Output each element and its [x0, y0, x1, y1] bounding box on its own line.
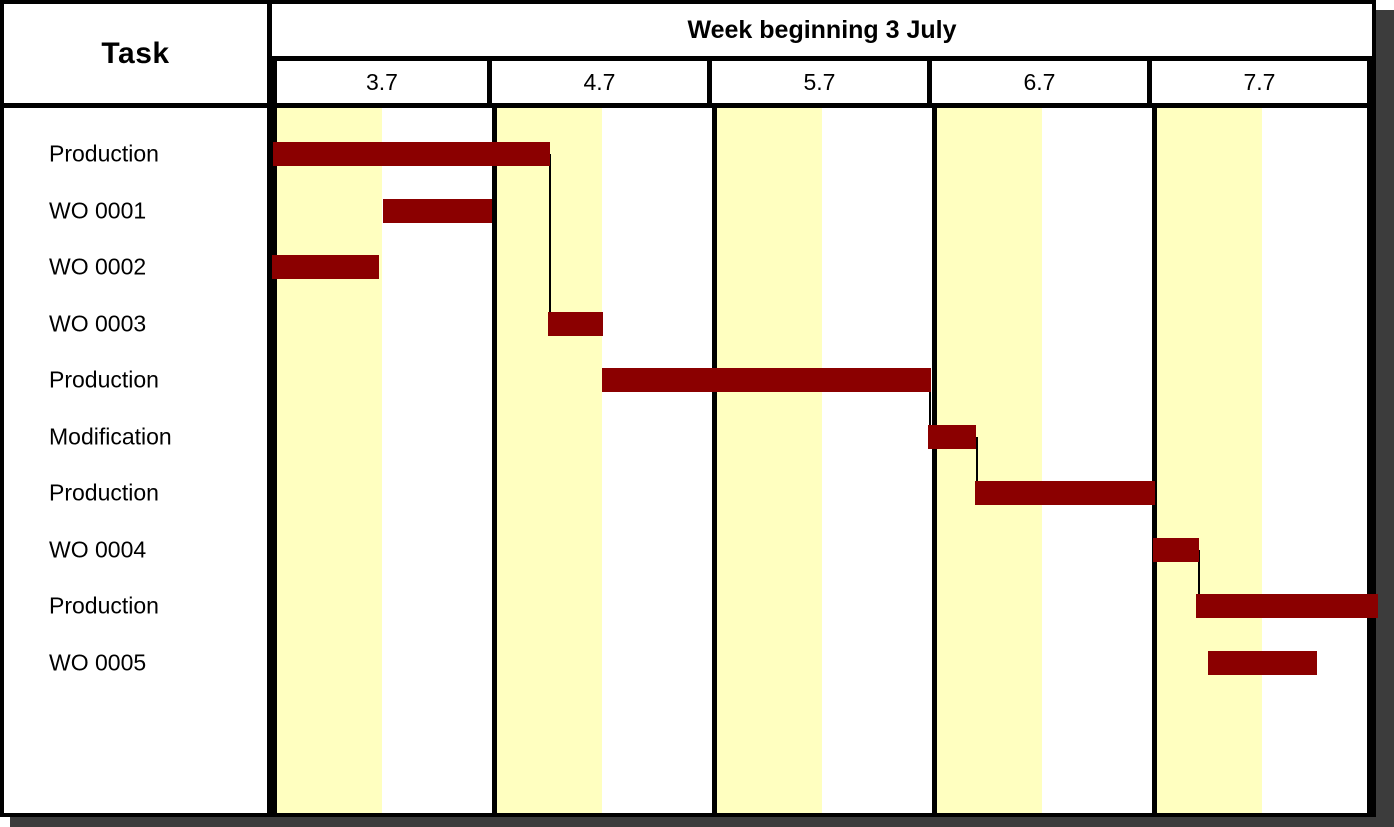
day-divider-4 — [1152, 108, 1157, 813]
chart-body: Production WO 0001 WO 0002 WO 0003 Productio… — [4, 108, 1378, 813]
half-day-band-8 — [1152, 108, 1262, 813]
day-header-cell-7-7: 7.7 — [1152, 61, 1372, 103]
task-label-row-6: Production — [49, 479, 159, 506]
half-day-band-3 — [602, 108, 712, 813]
dependency-link-0 — [549, 154, 552, 324]
gantt-bar-row-6[interactable] — [974, 481, 1156, 505]
day-header-cell-5-7: 5.7 — [712, 61, 932, 103]
half-day-band-7 — [1042, 108, 1152, 813]
half-day-band-5 — [822, 108, 932, 813]
day-header-label: 3.7 — [366, 68, 398, 95]
gantt-bar-row-4[interactable] — [602, 368, 931, 392]
day-header-label: 4.7 — [583, 68, 616, 95]
day-header-label: 6.7 — [1023, 68, 1056, 95]
task-column-header: Task — [4, 4, 272, 108]
gantt-bar-row-5[interactable] — [927, 424, 976, 449]
task-label-row-3: WO 0003 — [49, 310, 147, 336]
half-day-band-2 — [492, 108, 602, 813]
task-label-row-8: Production — [49, 592, 159, 619]
day-header-cell-3-7: 3.7 — [272, 61, 492, 103]
day-header-cell-4-7: 4.7 — [492, 61, 712, 103]
gantt-bar-row-8[interactable] — [1196, 594, 1378, 618]
task-column-header-label: Task — [101, 36, 170, 70]
day-header-cell-6-7: 6.7 — [932, 61, 1152, 103]
task-label-row-2: WO 0002 — [49, 253, 147, 280]
half-day-band-6 — [932, 108, 1042, 813]
gantt-bar-row-2[interactable] — [272, 255, 379, 279]
day-divider-0 — [272, 108, 277, 813]
timeline-area — [272, 108, 1378, 813]
gantt-bar-row-7[interactable] — [1153, 537, 1200, 562]
task-name-column: Production WO 0001 WO 0002 WO 0003 Productio… — [4, 108, 272, 813]
task-label-row-1: WO 0001 — [49, 197, 147, 223]
week-header: Week beginning 3 July — [272, 4, 1372, 61]
half-day-band-9 — [1262, 108, 1372, 813]
gantt-chart: Task Week beginning 3 July 3.7 4.7 5.7 6.7 7… — [0, 0, 1394, 827]
day-divider-2 — [712, 108, 717, 813]
task-label-row-9: WO 0005 — [49, 649, 147, 675]
day-divider-1 — [492, 108, 497, 813]
gantt-bar-row-9[interactable] — [1208, 650, 1317, 675]
day-divider-3 — [932, 108, 937, 813]
half-day-band-4 — [712, 108, 822, 813]
chart-header: Task Week beginning 3 July 3.7 4.7 5.7 6.7 7… — [4, 4, 1372, 108]
half-day-band-0 — [272, 108, 382, 813]
gantt-bar-row-3[interactable] — [548, 311, 604, 336]
task-label-row-7: WO 0004 — [49, 536, 147, 562]
gantt-bar-row-1[interactable] — [383, 198, 492, 223]
chart-frame: Task Week beginning 3 July 3.7 4.7 5.7 6.7 7… — [0, 0, 1378, 817]
task-label-row-5: Modification — [49, 423, 172, 449]
task-label-row-0: Production — [49, 140, 159, 167]
day-header-strip: 3.7 4.7 5.7 6.7 7.7 — [272, 61, 1372, 108]
day-header-label: 7.7 — [1243, 68, 1276, 95]
day-divider-5 — [1367, 108, 1372, 813]
gantt-bar-row-0[interactable] — [273, 142, 551, 166]
day-header-label: 5.7 — [803, 68, 836, 95]
task-label-row-4: Production — [49, 366, 159, 393]
week-header-label: Week beginning 3 July — [687, 15, 957, 44]
